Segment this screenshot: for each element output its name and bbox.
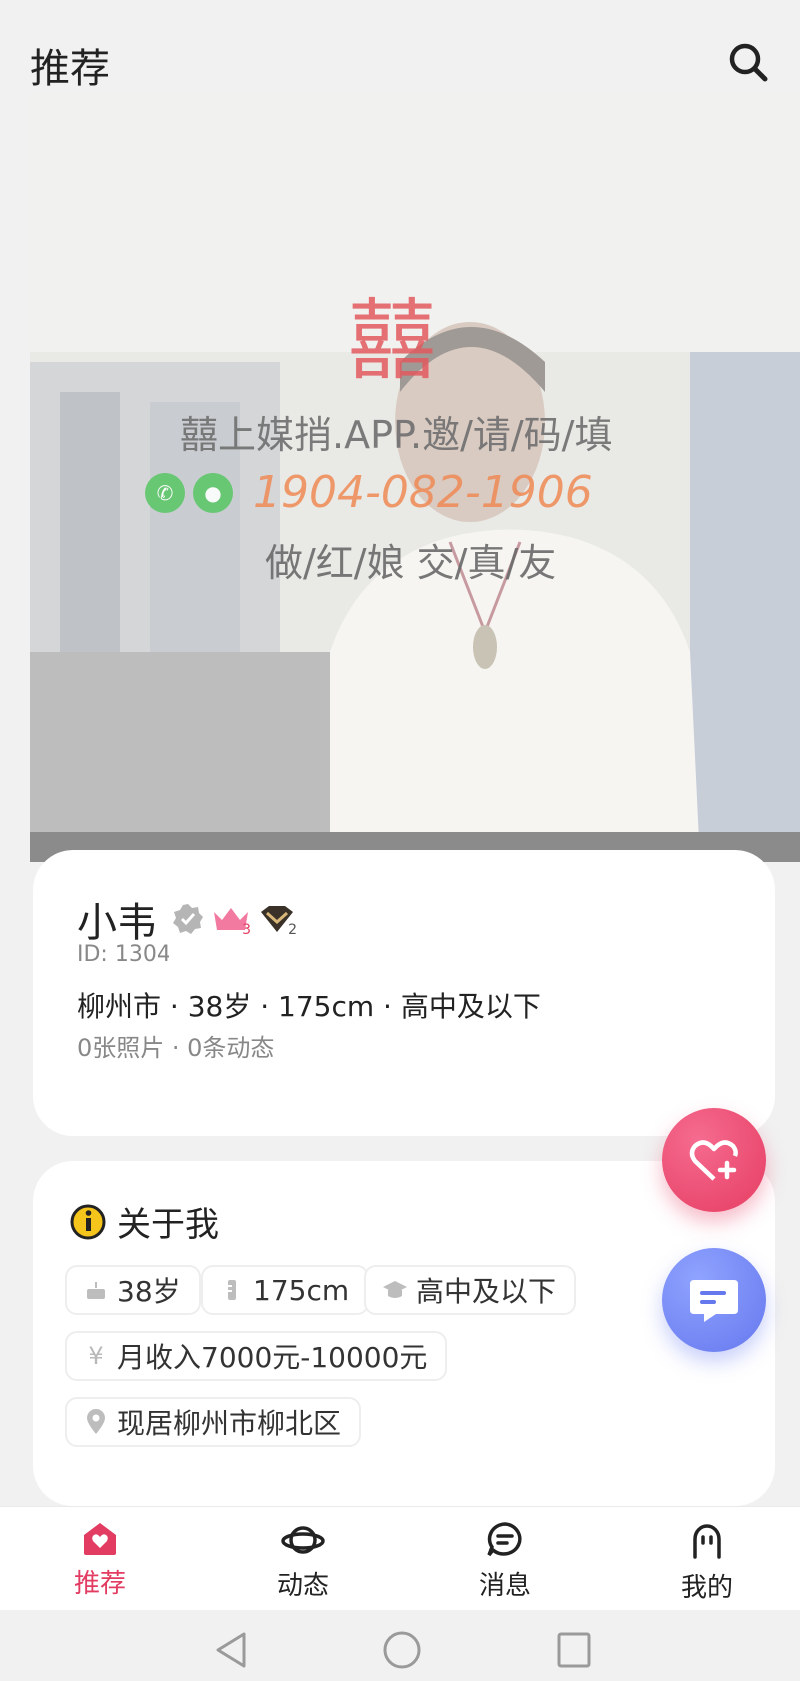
search-button[interactable] [726, 40, 770, 84]
height-icon [219, 1277, 245, 1303]
planet-icon [281, 1526, 325, 1554]
profile-photo[interactable]: 囍 囍上媒捎.APP.邀/请/码/填 ✆ ● 1904-082-1906 做/红… [30, 92, 800, 862]
tag-location: 现居柳州市柳北区 [65, 1397, 362, 1447]
profile-icon [693, 1524, 721, 1559]
user-id: ID: 1304 [77, 942, 171, 967]
search-icon [729, 43, 768, 82]
watermark-text-line3: 做/红/娘 交/真/友 [265, 541, 557, 585]
info-icon [70, 1204, 106, 1239]
yuan-icon: ¥ [88, 1342, 104, 1370]
system-nav-bar [0, 1610, 800, 1681]
location-pin-icon [83, 1409, 109, 1435]
top-bar: 推荐 [0, 0, 800, 92]
tag-label: 高中及以下 [416, 1275, 557, 1308]
home-icon[interactable] [382, 1630, 422, 1670]
message-icon [487, 1522, 522, 1557]
tag-height: 175cm [201, 1265, 370, 1315]
tab-mine[interactable]: 我的 [647, 1521, 767, 1604]
tag-label: 现居柳州市柳北区 [117, 1407, 342, 1440]
home-heart-icon [84, 1523, 116, 1555]
tab-label: 我的 [680, 1573, 733, 1603]
tag-education: 高中及以下 [364, 1265, 577, 1315]
recent-apps-icon[interactable] [555, 1630, 593, 1670]
tag-label: 月收入7000元-10000元 [117, 1341, 428, 1374]
tab-label: 推荐 [73, 1569, 126, 1599]
verified-icon [173, 904, 203, 934]
user-stats: 0张照片 · 0条动态 [77, 1034, 275, 1062]
back-icon[interactable] [212, 1630, 250, 1670]
tag-label: 38岁 [117, 1275, 181, 1308]
user-details: 柳州市 · 38岁 · 175cm · 高中及以下 [77, 990, 541, 1023]
watermark-phone: 1904-082-1906 [253, 467, 593, 518]
crown-icon: 3 [211, 902, 251, 938]
watermark: 囍 囍上媒捎.APP.邀/请/码/填 ✆ ● 1904-082-1906 做/红… [30, 92, 800, 862]
bottom-nav: 推荐 动态 消息 我的 [0, 1506, 800, 1610]
id-redaction [169, 935, 329, 975]
watermark-contact-row: ✆ ● 1904-082-1906 [145, 467, 593, 518]
tab-label: 消息 [478, 1571, 531, 1601]
tab-label: 动态 [276, 1571, 329, 1601]
tab-moments[interactable]: 动态 [243, 1521, 363, 1602]
user-name: 小韦 [77, 900, 157, 946]
about-card: 关于我 38岁 175cm 高中及以下 ¥ 月收入7000元-10000元 现居… [33, 1161, 775, 1506]
tag-age: 38岁 [65, 1265, 201, 1315]
chat-button[interactable] [662, 1248, 766, 1352]
watermark-logo: 囍 [348, 289, 436, 392]
tab-messages[interactable]: 消息 [445, 1521, 565, 1602]
tab-recommend[interactable]: 推荐 [40, 1521, 160, 1600]
like-button[interactable] [662, 1108, 766, 1212]
recommend-page: 推荐 囍 囍上媒捎.APP.邀/请/码/填 ✆ ● 1904-082-1906 … [0, 0, 800, 1681]
profile-card: 小韦 3 2 ID: 1304 柳州市 · 38岁 · 175cm · 高中及以… [33, 850, 775, 1136]
chat-bubble-icon [690, 1280, 738, 1322]
about-title: 关于我 [117, 1205, 219, 1245]
tag-income: ¥ 月收入7000元-10000元 [65, 1331, 448, 1381]
page-title: 推荐 [30, 46, 110, 92]
about-header: 关于我 [69, 1197, 219, 1246]
graduation-cap-icon [382, 1277, 408, 1303]
phone-icon: ✆ [145, 472, 185, 513]
heart-plus-icon [689, 1140, 738, 1181]
watermark-text-line1: 囍上媒捎.APP.邀/请/码/填 [180, 413, 613, 457]
cake-icon [83, 1277, 109, 1303]
wechat-icon: ● [193, 472, 233, 513]
tag-label: 175cm [253, 1273, 350, 1307]
vip-icon: 2 [257, 902, 297, 938]
